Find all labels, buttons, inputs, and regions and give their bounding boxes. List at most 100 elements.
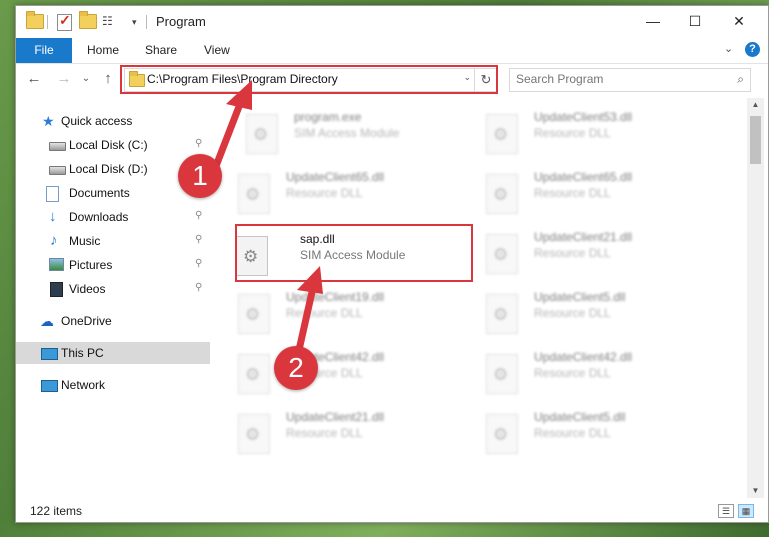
- sidebar-item-label: Network: [61, 378, 106, 392]
- folder-icon: [26, 11, 44, 30]
- sidebar-item-local-disk-c[interactable]: Local Disk (C:) ⚲: [16, 134, 210, 156]
- file-name: UpdateClient5.dll: [534, 290, 626, 304]
- pin-icon[interactable]: ⚲: [195, 138, 202, 149]
- file-description: Resource DLL: [534, 186, 611, 200]
- file-list: program.exe SIM Access Module UpdateClie…: [216, 98, 746, 496]
- file-name: UpdateClient5.dll: [534, 410, 626, 424]
- file-item[interactable]: UpdateClient42.dll Resource DLL: [216, 350, 446, 404]
- vertical-scrollbar[interactable]: ▲ ▼: [747, 98, 764, 498]
- file-item[interactable]: UpdateClient19.dll Resource DLL: [216, 290, 446, 344]
- file-name: UpdateClient19.dll: [286, 290, 385, 304]
- scroll-down-button[interactable]: ▼: [747, 484, 764, 498]
- file-item[interactable]: program.exe SIM Access Module: [224, 110, 454, 164]
- status-bar: 122 items ☰ ▦: [16, 500, 768, 522]
- file-name: UpdateClient21.dll: [534, 230, 633, 244]
- dll-file-icon: [238, 414, 270, 454]
- file-item[interactable]: UpdateClient65.dll Resource DLL: [464, 170, 694, 224]
- sidebar-item-downloads[interactable]: ↓ Downloads ⚲: [16, 206, 210, 228]
- pictures-icon: [49, 258, 64, 271]
- music-icon: ♪: [50, 232, 58, 249]
- up-button[interactable]: ↑: [98, 69, 118, 89]
- network-icon: [41, 380, 58, 392]
- scroll-up-button[interactable]: ▲: [747, 98, 764, 112]
- sidebar-item-label: Pictures: [69, 258, 113, 272]
- file-item[interactable]: UpdateClient5.dll Resource DLL: [464, 290, 694, 344]
- pin-icon[interactable]: ⚲: [195, 234, 202, 245]
- sidebar-item-label: Local Disk (D:): [69, 162, 148, 176]
- tab-share[interactable]: Share: [145, 38, 177, 63]
- star-icon: ★: [42, 113, 55, 129]
- sidebar-item-label: Documents: [69, 186, 130, 200]
- tab-view[interactable]: View: [204, 38, 230, 63]
- recent-locations-button[interactable]: ⌄: [76, 69, 96, 89]
- sidebar-item-pictures[interactable]: Pictures ⚲: [16, 254, 210, 276]
- step-2-badge: 2: [274, 346, 318, 390]
- file-name: UpdateClient65.dll: [534, 170, 633, 184]
- pin-icon[interactable]: ⚲: [195, 282, 202, 293]
- file-item[interactable]: UpdateClient42.dll Resource DLL: [464, 350, 694, 404]
- back-button[interactable]: ←: [24, 69, 44, 89]
- sidebar-item-label: This PC: [61, 346, 104, 360]
- sidebar-item-label: Downloads: [69, 210, 129, 224]
- sidebar-item-network[interactable]: Network: [16, 374, 210, 396]
- videos-icon: [50, 282, 63, 297]
- dll-file-icon: [486, 294, 518, 334]
- explorer-window: ☷ ▾ Program — ☐ ✕ File Home Share View ⌄…: [15, 5, 769, 523]
- file-description: Resource DLL: [286, 426, 363, 440]
- properties-check-icon[interactable]: [57, 12, 72, 31]
- forward-button[interactable]: →: [54, 69, 74, 89]
- search-box[interactable]: ⌕: [509, 68, 751, 92]
- sidebar-item-label: Music: [69, 234, 101, 248]
- sidebar-item-music[interactable]: ♪ Music ⚲: [16, 230, 210, 252]
- help-icon[interactable]: ?: [745, 42, 760, 57]
- tiles-view-icon[interactable]: ▦: [738, 504, 754, 518]
- toolbar-separator: [146, 15, 147, 29]
- toolbar-separator: [47, 15, 48, 29]
- scroll-thumb[interactable]: [750, 116, 761, 164]
- file-name: UpdateClient42.dll: [534, 350, 633, 364]
- pin-icon[interactable]: ⚲: [195, 258, 202, 269]
- sidebar-item-onedrive[interactable]: ☁ OneDrive: [16, 310, 210, 332]
- file-description: Resource DLL: [534, 366, 611, 380]
- dll-file-icon: [238, 294, 270, 334]
- file-description: Resource DLL: [534, 306, 611, 320]
- tab-home[interactable]: Home: [87, 38, 119, 63]
- file-description: Resource DLL: [534, 126, 611, 140]
- file-description: SIM Access Module: [294, 126, 400, 140]
- file-item[interactable]: UpdateClient65.dll Resource DLL: [216, 170, 446, 224]
- ribbon-tabs: File Home Share View ⌄ ?: [16, 37, 768, 64]
- download-icon: ↓: [49, 208, 57, 225]
- sidebar-item-label: Quick access: [61, 114, 133, 128]
- file-description: Resource DLL: [534, 426, 611, 440]
- close-button[interactable]: ✕: [716, 6, 762, 37]
- file-item[interactable]: UpdateClient21.dll Resource DLL: [216, 410, 446, 464]
- sidebar-item-this-pc[interactable]: This PC: [16, 342, 210, 364]
- new-folder-icon[interactable]: [79, 11, 97, 30]
- minimize-button[interactable]: —: [630, 6, 676, 37]
- sidebar-item-quick-access[interactable]: ★ Quick access: [16, 110, 210, 132]
- details-view-icon[interactable]: ☰: [718, 504, 734, 518]
- file-description: Resource DLL: [286, 306, 363, 320]
- file-description: Resource DLL: [534, 246, 611, 260]
- search-input[interactable]: [516, 71, 716, 87]
- title-bar: ☷ ▾ Program — ☐ ✕: [16, 6, 768, 37]
- file-name: UpdateClient53.dll: [534, 110, 633, 124]
- ribbon-collapse-icon[interactable]: ⌄: [724, 42, 733, 55]
- customize-icon[interactable]: ☷: [102, 14, 118, 28]
- dll-file-icon: [238, 354, 270, 394]
- computer-icon: [41, 348, 58, 360]
- file-item[interactable]: UpdateClient21.dll Resource DLL: [464, 230, 694, 284]
- dll-file-icon: [486, 414, 518, 454]
- quick-access-dropdown-icon[interactable]: ▾: [132, 14, 137, 30]
- file-item[interactable]: UpdateClient53.dll Resource DLL: [464, 110, 694, 164]
- pin-icon[interactable]: ⚲: [195, 210, 202, 221]
- drive-icon: [49, 166, 66, 175]
- navigation-bar: ← → ⌄ ↑ C:\Program Files\Program Directo…: [16, 64, 768, 94]
- file-item[interactable]: UpdateClient5.dll Resource DLL: [464, 410, 694, 464]
- file-description: Resource DLL: [286, 186, 363, 200]
- maximize-button[interactable]: ☐: [672, 6, 718, 37]
- search-icon[interactable]: ⌕: [737, 72, 744, 87]
- tab-file[interactable]: File: [16, 38, 72, 63]
- item-count: 122 items: [30, 504, 83, 518]
- sidebar-item-videos[interactable]: Videos ⚲: [16, 278, 210, 300]
